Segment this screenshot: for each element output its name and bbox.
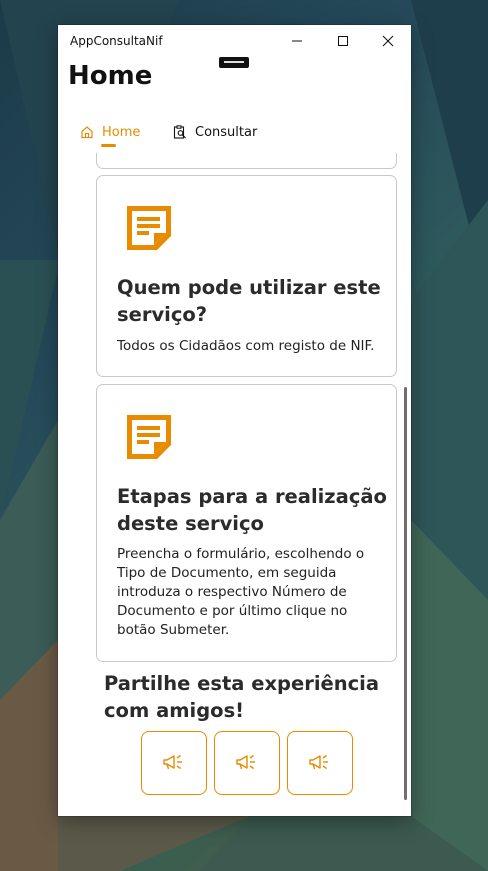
tab-consultar-label: Consultar — [195, 124, 258, 140]
card-title: Etapas para a realização deste serviço — [117, 485, 387, 535]
close-button[interactable] — [365, 25, 411, 57]
megaphone-icon — [236, 754, 255, 770]
tab-consultar[interactable]: Consultar — [173, 121, 257, 143]
vertical-scrollbar[interactable] — [404, 387, 407, 800]
megaphone-icon — [309, 754, 328, 770]
document-lines-icon — [127, 415, 171, 459]
previous-card — [96, 153, 397, 169]
card-title: Quem pode utilizar este serviço? — [117, 276, 381, 326]
home-icon — [81, 126, 93, 139]
app-title: AppConsultaNif — [70, 34, 163, 48]
share-button-1[interactable] — [141, 731, 207, 795]
share-button-2[interactable] — [214, 731, 280, 795]
minimize-button[interactable] — [274, 25, 320, 57]
tab-home[interactable]: Home — [80, 121, 140, 143]
active-tab-indicator — [101, 144, 116, 147]
share-title: Partilhe esta experiência com amigos! — [104, 672, 380, 722]
document-lines-icon — [127, 206, 171, 250]
megaphone-icon — [163, 754, 182, 770]
info-card-who: Quem pode utilizar este serviço? Todos o… — [96, 175, 397, 377]
card-body: Preencha o formulário, escolhendo o Tipo… — [117, 546, 365, 638]
content-scroll-area[interactable]: Quem pode utilizar este serviço? Todos o… — [58, 153, 411, 816]
tab-home-label: Home — [102, 124, 141, 140]
share-button-3[interactable] — [287, 731, 353, 795]
maximize-button[interactable] — [320, 25, 366, 57]
maximize-icon — [338, 36, 348, 46]
card-body: Todos os Cidadãos com registo de NIF. — [117, 338, 375, 354]
app-window: AppConsultaNif Home Home Consultar Quem … — [58, 25, 411, 816]
close-icon — [382, 35, 394, 47]
drag-handle[interactable] — [219, 57, 249, 68]
minimize-icon — [292, 40, 302, 42]
title-bar[interactable]: AppConsultaNif — [58, 25, 411, 57]
info-card-steps: Etapas para a realização deste serviço P… — [96, 384, 397, 662]
search-document-icon — [173, 125, 186, 139]
page-title: Home — [68, 61, 153, 91]
